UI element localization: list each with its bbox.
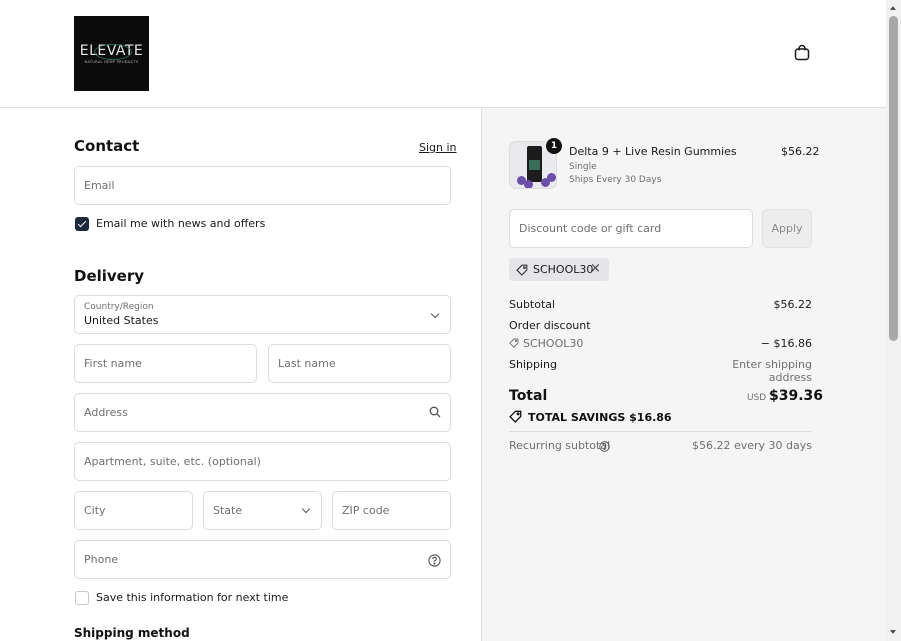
first-name-field[interactable]: First name xyxy=(74,344,257,383)
apply-button[interactable]: Apply xyxy=(762,209,812,248)
country-label: Country/Region xyxy=(84,302,154,312)
contact-heading: Contact xyxy=(74,137,140,155)
chevron-down-icon xyxy=(430,309,440,319)
logo-ring-decoration xyxy=(94,44,132,60)
header: ELEVATE NATURAL HEMP PRODUCTS xyxy=(0,0,886,108)
state-placeholder: State xyxy=(213,504,243,517)
product-price: $56.22 xyxy=(781,145,820,158)
total-label: Total xyxy=(509,388,548,404)
state-select[interactable]: State xyxy=(203,491,322,530)
tag-icon xyxy=(509,338,519,348)
gummy-shape xyxy=(524,180,533,188)
scroll-down-arrow-icon[interactable] xyxy=(890,630,896,634)
zip-placeholder: ZIP code xyxy=(342,504,390,517)
gummy-shape xyxy=(547,173,556,182)
discount-placeholder: Discount code or gift card xyxy=(519,222,662,235)
order-discount-label: Order discount xyxy=(509,319,591,332)
applied-discount-chip: SCHOOL30 × xyxy=(509,258,609,281)
news-offers-label: Email me with news and offers xyxy=(96,217,266,230)
shipping-method-heading: Shipping method xyxy=(74,626,190,640)
store-logo[interactable]: ELEVATE NATURAL HEMP PRODUCTS xyxy=(74,16,149,91)
quantity-badge: 1 xyxy=(546,138,562,154)
chevron-down-icon xyxy=(301,504,311,514)
sign-in-link[interactable]: Sign in xyxy=(419,141,457,154)
zip-field[interactable]: ZIP code xyxy=(332,491,451,530)
country-select[interactable]: Country/Region United States xyxy=(74,295,451,334)
product-name: Delta 9 + Live Resin Gummies xyxy=(569,145,737,158)
first-name-placeholder: First name xyxy=(84,357,142,370)
remove-discount-icon[interactable]: × xyxy=(590,261,601,276)
discount-code-input[interactable]: Discount code or gift card xyxy=(509,209,753,248)
product-variant: Single xyxy=(569,162,597,172)
apartment-field[interactable]: Apartment, suite, etc. (optional) xyxy=(74,442,451,481)
save-info-checkbox[interactable] xyxy=(75,591,89,605)
shopping-bag-icon[interactable] xyxy=(794,44,810,61)
email-field[interactable]: Email xyxy=(74,166,451,205)
address-placeholder: Address xyxy=(84,406,128,419)
apartment-placeholder: Apartment, suite, etc. (optional) xyxy=(84,455,261,468)
phone-placeholder: Phone xyxy=(84,553,119,566)
total-amount: $39.36 xyxy=(769,388,824,404)
address-field[interactable]: Address xyxy=(74,393,451,432)
save-info-label: Save this information for next time xyxy=(96,591,289,604)
product-jar-shape xyxy=(527,146,542,182)
phone-field[interactable]: Phone xyxy=(74,540,451,579)
scroll-up-arrow-icon[interactable] xyxy=(890,6,896,10)
recurring-subtotal-value: $56.22 every 30 days xyxy=(691,439,812,452)
tag-icon xyxy=(516,264,528,276)
discount-code-label: SCHOOL30 xyxy=(523,337,584,350)
last-name-placeholder: Last name xyxy=(278,357,336,370)
search-icon xyxy=(429,406,441,418)
product-subscription: Ships Every 30 Days xyxy=(569,175,662,185)
help-icon[interactable] xyxy=(428,554,441,567)
total-currency: USD xyxy=(747,393,767,403)
subtotal-value: $56.22 xyxy=(773,298,813,311)
summary-divider xyxy=(509,431,812,432)
last-name-field[interactable]: Last name xyxy=(268,344,451,383)
help-icon[interactable] xyxy=(599,441,610,452)
shipping-label: Shipping xyxy=(509,358,557,371)
applied-code-text: SCHOOL30 xyxy=(533,263,594,276)
total-savings: TOTAL SAVINGS $16.86 xyxy=(528,411,672,424)
product-jar-label xyxy=(529,160,540,170)
email-placeholder: Email xyxy=(84,179,115,192)
news-offers-checkbox[interactable] xyxy=(75,217,89,231)
shipping-value: Enter shipping address xyxy=(732,358,812,384)
logo-subtext: NATURAL HEMP PRODUCTS xyxy=(84,60,139,64)
country-value: United States xyxy=(84,314,159,327)
recurring-subtotal-label: Recurring subtotal xyxy=(509,439,611,452)
delivery-heading: Delivery xyxy=(74,267,145,285)
savings-tag-icon xyxy=(509,410,522,423)
city-placeholder: City xyxy=(84,504,106,517)
discount-value: − $16.86 xyxy=(760,337,812,350)
subtotal-label: Subtotal xyxy=(509,298,556,311)
scrollbar-thumb[interactable] xyxy=(889,16,898,341)
city-field[interactable]: City xyxy=(74,491,193,530)
